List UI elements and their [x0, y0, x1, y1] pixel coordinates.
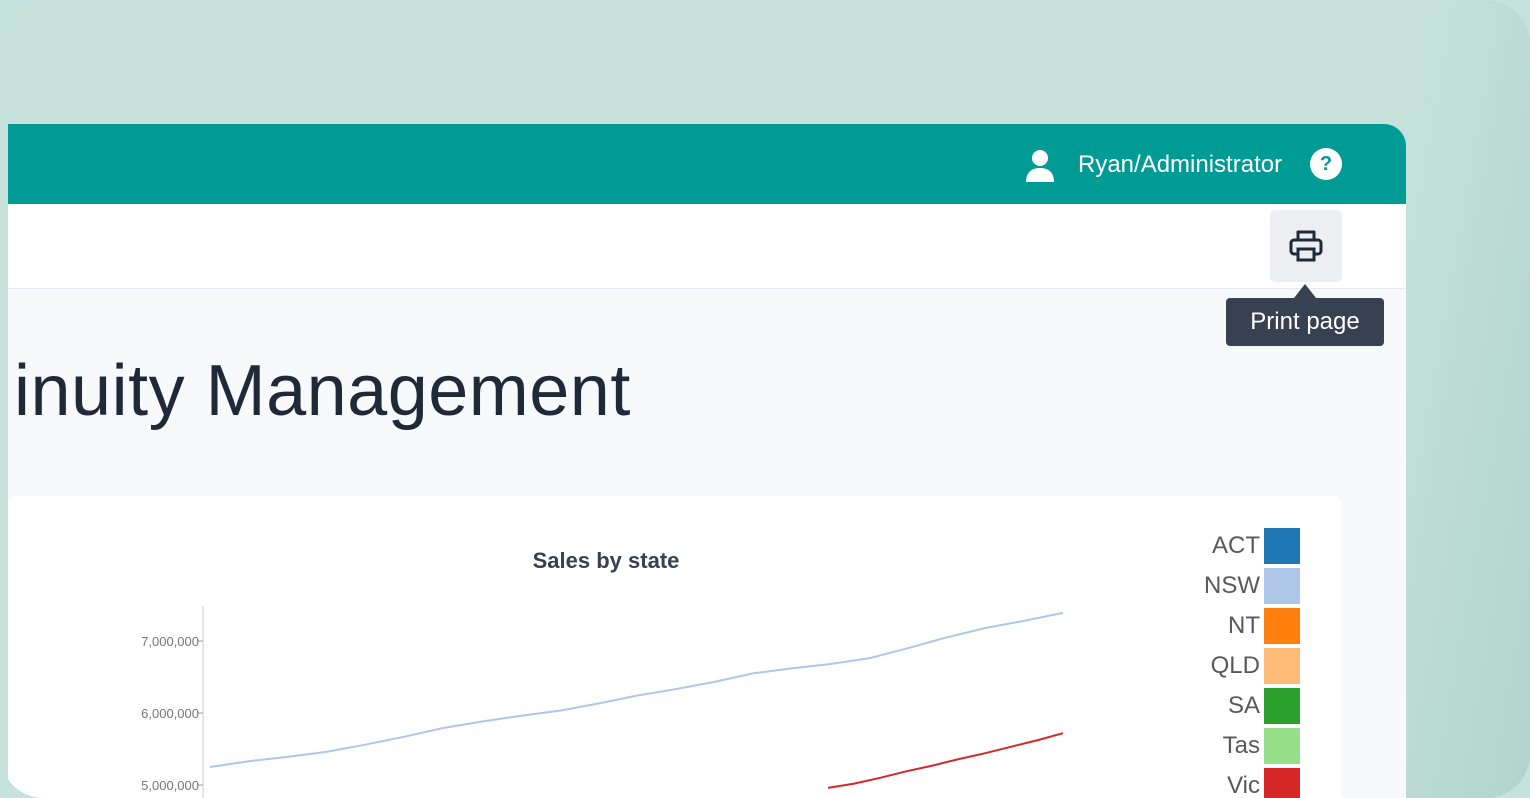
legend-label: SA [1227, 692, 1260, 719]
sales-chart-card: Sales by state 7,000,000 6,000,000 5,000,0… [8, 496, 1342, 798]
series-line-nsw [209, 611, 1064, 768]
y-tick-label: 7,000,000 [141, 634, 199, 649]
legend-label: Tas [1222, 732, 1260, 759]
y-tick-label: 6,000,000 [141, 706, 199, 721]
legend-item-tas[interactable]: Tas [1168, 728, 1318, 768]
legend-swatch [1264, 568, 1300, 604]
screenshot-background: Ryan/Administrator ? Print page inuity M… [0, 0, 1530, 798]
y-tick-label: 5,000,000 [141, 778, 199, 793]
legend-item-vic[interactable]: Vic [1168, 768, 1318, 798]
legend-label: NT [1228, 612, 1260, 639]
legend-swatch [1264, 608, 1300, 644]
legend-item-act[interactable]: ACT [1168, 528, 1318, 568]
chart-legend: ACT NSW NT QLD SA Tas Vic [1168, 528, 1318, 798]
legend-swatch [1264, 528, 1300, 564]
printer-icon [1289, 230, 1323, 262]
user-menu-label[interactable]: Ryan/Administrator [1078, 150, 1282, 180]
print-tooltip: Print page [1226, 298, 1384, 346]
help-icon[interactable]: ? [1310, 148, 1342, 180]
page-toolbar [8, 204, 1406, 289]
legend-label: NSW [1204, 572, 1260, 599]
legend-label: ACT [1212, 532, 1260, 559]
legend-item-nt[interactable]: NT [1168, 608, 1318, 648]
legend-swatch [1264, 688, 1300, 724]
legend-swatch [1264, 728, 1300, 764]
legend-item-nsw[interactable]: NSW [1168, 568, 1318, 608]
tooltip-arrow [1294, 284, 1316, 298]
series-line-vic [827, 732, 1064, 789]
legend-label: QLD [1210, 652, 1260, 679]
sales-line-chart: 7,000,000 6,000,000 5,000,000 [141, 606, 1064, 798]
print-button[interactable] [1270, 210, 1342, 282]
legend-label: Vic [1227, 772, 1260, 798]
legend-item-qld[interactable]: QLD [1168, 648, 1318, 688]
page-title: inuity Management [14, 351, 631, 431]
legend-item-sa[interactable]: SA [1168, 688, 1318, 728]
legend-swatch [1264, 648, 1300, 684]
app-window: Ryan/Administrator ? Print page inuity M… [8, 124, 1406, 798]
top-navigation-bar: Ryan/Administrator ? [8, 124, 1406, 204]
user-icon[interactable] [1024, 148, 1056, 184]
legend-swatch [1264, 768, 1300, 798]
